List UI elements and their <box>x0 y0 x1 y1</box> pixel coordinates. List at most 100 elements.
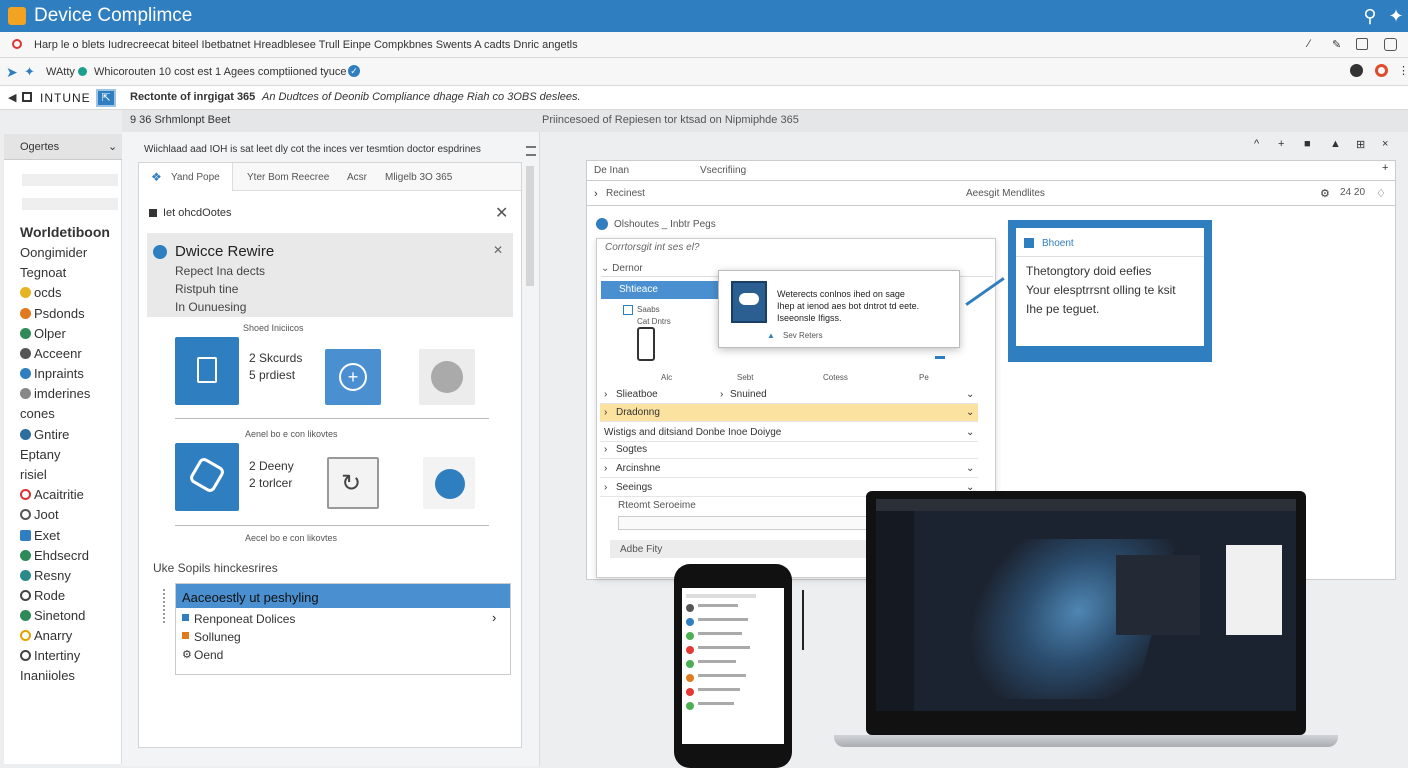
sidebar-item[interactable]: Acceenr <box>20 346 82 361</box>
sidebar-item[interactable]: Inaniioles <box>20 668 75 683</box>
circle-icon <box>431 361 463 393</box>
sidebar-item[interactable]: Exet <box>20 528 60 543</box>
popover-footer[interactable]: Sev Reters <box>783 331 823 340</box>
tab-4[interactable]: Mligelb 3O 365 <box>385 172 452 183</box>
chevron-right-icon[interactable]: › <box>492 610 496 625</box>
close-icon[interactable]: × <box>1382 138 1388 150</box>
header-left-text: 9 36 Srhmlonpt Beet <box>130 114 231 126</box>
tab-home[interactable]: ❖ Yand Pope <box>139 163 233 191</box>
status-tile[interactable] <box>419 349 475 405</box>
sync-icon: ↻ <box>341 470 362 497</box>
star-icon <box>20 630 31 641</box>
popover-text: Ihep at ienod aes bot dntrot td eete. <box>777 301 920 311</box>
sidebar-item[interactable]: risiel <box>20 467 47 482</box>
chart-tile[interactable] <box>423 457 475 509</box>
sidebar-item[interactable]: Inpraints <box>20 366 84 381</box>
close-icon[interactable]: ✕ <box>493 243 503 257</box>
list-header[interactable]: Aaceoestly ut peshyling <box>176 584 510 608</box>
opera-icon[interactable] <box>1375 64 1388 77</box>
tree-selected[interactable]: Shtieace <box>601 281 719 299</box>
sidebar-item[interactable]: Resny <box>20 568 71 583</box>
add-tile[interactable]: + <box>325 349 381 405</box>
sidebar-item[interactable]: Anarry <box>20 628 72 643</box>
add-icon[interactable]: + <box>1382 162 1388 174</box>
tree-item[interactable]: Cat Dntrs <box>637 317 671 326</box>
intune-icon[interactable]: ⇱ <box>96 89 116 107</box>
report-input[interactable] <box>618 516 868 530</box>
browser-icon[interactable] <box>1350 64 1363 77</box>
device-row[interactable]: › Recinest Aeesgit Mendlites ⚙ 24 20 ♢ <box>586 180 1396 206</box>
sidebar-item[interactable]: Rode <box>20 588 65 603</box>
app-logo-icon <box>8 7 26 25</box>
stop-icon[interactable]: ■ <box>1304 138 1311 150</box>
info-title: Bhoent <box>1042 238 1074 249</box>
pencil-icon[interactable]: ✎ <box>1332 38 1341 51</box>
drag-handle[interactable] <box>163 589 169 623</box>
tree-item[interactable]: Saabs <box>637 305 660 314</box>
list-item[interactable]: Oend <box>194 648 223 662</box>
sidebar-item[interactable]: Intertiny <box>20 648 80 663</box>
tree-row[interactable]: Wistigs and ditsiand Donbe Inoe Doiyge ⌄ <box>600 424 978 442</box>
sidebar-item[interactable]: Acaitritie <box>20 487 84 502</box>
sidebar-item[interactable]: Psdonds <box>20 306 85 321</box>
tree-row-highlight[interactable]: › Dradonng ⌄ <box>600 404 978 422</box>
sidebar-search-bar[interactable] <box>22 174 118 186</box>
grid-icon[interactable] <box>1356 38 1368 50</box>
forward-icon[interactable]: ✦ <box>24 64 35 80</box>
sub-search[interactable]: Corrtorsgit int ses el? <box>605 242 699 253</box>
edit-icon[interactable]: ∕ <box>1308 38 1310 50</box>
sidebar-item[interactable]: Oongimider <box>20 245 87 260</box>
caption: Shoed Iniciicos <box>243 323 304 333</box>
record-icon[interactable] <box>12 39 22 49</box>
sidebar-item[interactable]: Joot <box>20 507 59 522</box>
collapse-icon[interactable]: ◀ <box>8 91 16 104</box>
menu-icon[interactable] <box>526 146 536 156</box>
more-icon[interactable]: ⋮ <box>1398 64 1408 77</box>
document-tile[interactable] <box>175 337 239 405</box>
close-icon[interactable]: ✕ <box>495 203 508 223</box>
device-review-card[interactable]: Dwicce Rewire Repect Ina dects Ristpuh t… <box>147 233 513 317</box>
collapse-up-icon[interactable]: ^ <box>1254 138 1259 150</box>
sidebar-item[interactable]: cones <box>20 406 55 421</box>
check-icon[interactable]: ✓ <box>348 65 360 77</box>
minus-icon[interactable]: ▬ <box>935 351 945 362</box>
tab-3[interactable]: Acsr <box>347 172 367 183</box>
sidebar-item[interactable]: Ehdsecrd <box>20 548 89 563</box>
sync-tile[interactable]: ↻ <box>327 457 379 509</box>
setting-icon <box>182 632 189 639</box>
sidebar: Ogertes ⌄ Worldetiboon Oongimider Tegnoa… <box>4 134 122 764</box>
column-label: Pe <box>919 373 929 382</box>
move-icon[interactable]: + <box>1278 138 1284 150</box>
app-icon <box>596 218 608 230</box>
sidebar-item[interactable]: Tegnoat <box>20 265 66 280</box>
back-arrow-icon[interactable]: ➤ <box>6 64 18 81</box>
column-header: De Inan <box>594 165 630 176</box>
list-item[interactable]: Renponeat Dolices <box>194 612 295 626</box>
sidebar-item[interactable]: imderines <box>20 386 90 401</box>
sidebar-item[interactable]: Eptany <box>20 447 60 462</box>
security-tile[interactable] <box>175 443 239 511</box>
sidebar-item[interactable]: Sinetond <box>20 608 85 623</box>
list-item[interactable]: Solluneg <box>194 630 241 644</box>
notification-icon[interactable]: ✦ <box>1386 6 1406 26</box>
cloud-icon <box>20 429 31 440</box>
tree-row[interactable]: › Slieatboe › Snuined ⌄ <box>600 386 978 404</box>
sidebar-item[interactable]: ocds <box>20 285 61 300</box>
tree-row[interactable]: › Sogtes <box>600 441 978 459</box>
breadcrumb[interactable]: Rectonte of inrgigat 365 <box>130 91 255 103</box>
sidebar-filter-bar[interactable] <box>22 198 118 210</box>
sidebar-item[interactable]: Gntire <box>20 427 69 442</box>
sidebar-item[interactable]: Olper <box>20 326 66 341</box>
scrollbar[interactable] <box>526 166 534 286</box>
laptop-screen <box>876 499 1296 725</box>
search-icon[interactable]: ⚲ <box>1360 6 1380 26</box>
tree-row[interactable]: › Arcinshne ⌄ <box>600 460 978 478</box>
tab-2[interactable]: Yter Bom Reecree <box>247 172 329 183</box>
resize-icon[interactable]: ▲ <box>1330 138 1341 150</box>
activity-bar[interactable]: Adbe Fity <box>610 540 870 558</box>
maximize-icon[interactable] <box>1384 38 1397 51</box>
sidebar-item[interactable]: Worldetiboon <box>20 224 110 240</box>
column-label: Cotess <box>823 373 848 382</box>
grid-icon[interactable]: ⊞ <box>1356 138 1365 151</box>
sidebar-dropdown[interactable]: Ogertes ⌄ <box>4 134 122 160</box>
